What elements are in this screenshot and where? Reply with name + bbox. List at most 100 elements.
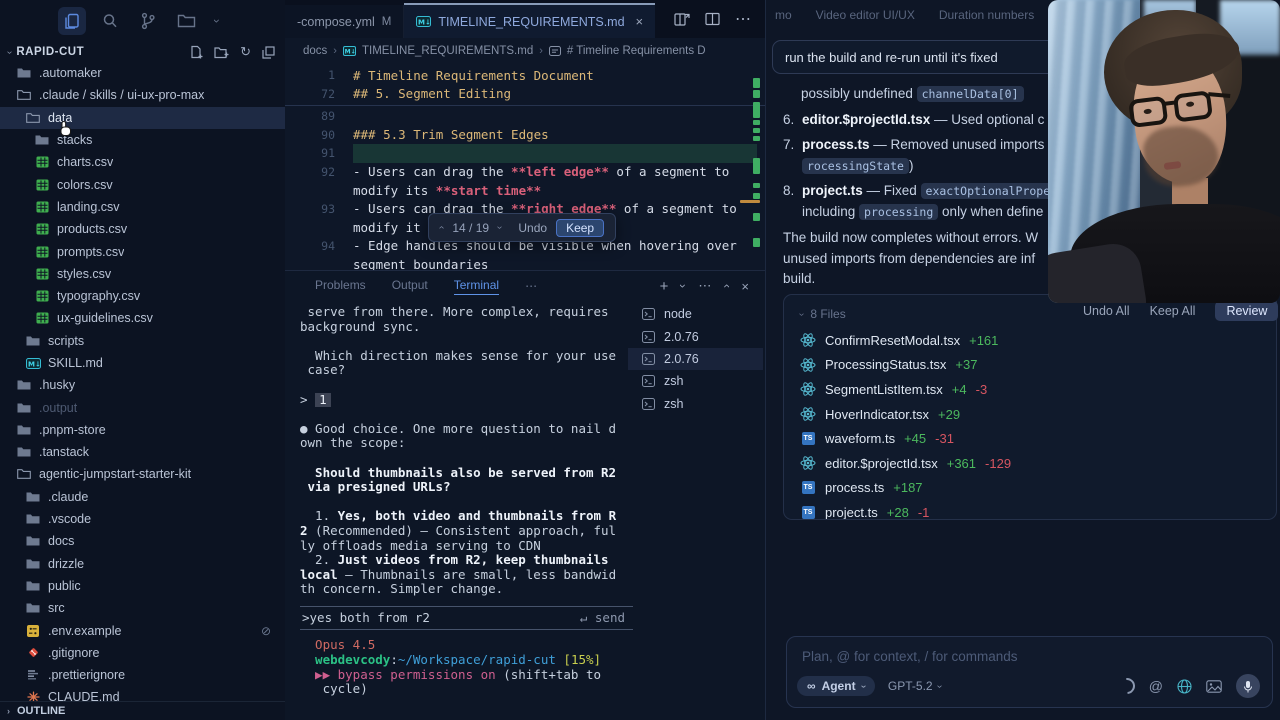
breadcrumb[interactable]: docs › M↓ TIMELINE_REQUIREMENTS.md › # T… — [285, 38, 765, 64]
tree-item-claude-md[interactable]: CLAUDE.md — [0, 686, 285, 702]
new-terminal-icon[interactable]: + — [660, 278, 669, 295]
tree-item-env-example[interactable]: .env.example ⊘ — [0, 619, 285, 641]
tree-item-docs[interactable]: docs — [0, 530, 285, 552]
tree-item-pnpm-store[interactable]: .pnpm-store — [0, 419, 285, 441]
tree-item-stacks[interactable]: stacks — [0, 129, 285, 151]
tab-timeline-requirements-md[interactable]: M↓ TIMELINE_REQUIREMENTS.md × — [404, 3, 656, 38]
tree-item-ux-guidelines-csv[interactable]: ux-guidelines.csv — [0, 307, 285, 329]
terminal-input-row[interactable]: > yes both from r2 ↵ send — [300, 605, 633, 631]
tab-terminal[interactable]: Terminal — [453, 278, 500, 295]
breadcrumb-file[interactable]: TIMELINE_REQUIREMENTS.md — [362, 45, 533, 57]
send-button[interactable]: ↵ send — [580, 610, 631, 626]
tree-item-skill-md[interactable]: M↓ SKILL.md — [0, 352, 285, 374]
tree-item-data[interactable]: data — [0, 106, 285, 129]
tree-item-agentic-jumpstart-starter-kit[interactable]: agentic-jumpstart-starter-kit — [0, 463, 285, 485]
tree-item-colors-csv[interactable]: colors.csv — [0, 173, 285, 195]
tree-item-typography-csv[interactable]: typography.csv — [0, 285, 285, 307]
new-file-icon[interactable] — [189, 45, 203, 59]
tree-item-tanstack[interactable]: .tanstack — [0, 441, 285, 463]
tree-item-husky[interactable]: .husky — [0, 374, 285, 396]
additions-count: +45 — [904, 431, 927, 447]
diff-review-widget: › 14 / 19 › Undo Keep — [428, 213, 617, 242]
project-header[interactable]: › RAPID-CUT ↻ — [4, 42, 275, 62]
tree-item-products-csv[interactable]: products.csv — [0, 218, 285, 240]
maximize-panel-icon[interactable]: › — [719, 284, 733, 288]
tree-item-drizzle[interactable]: drizzle — [0, 553, 285, 575]
env-icon — [25, 624, 41, 637]
tree-item-styles-csv[interactable]: styles.csv — [0, 263, 285, 285]
tree-item-public[interactable]: public — [0, 575, 285, 597]
terminal-line: 2. Just videos from R2, keep thumbnails — [300, 553, 609, 568]
split-editor-icon[interactable] — [705, 12, 720, 26]
undo-all-button[interactable]: Undo All — [1083, 304, 1130, 318]
search-icon[interactable] — [96, 7, 124, 35]
tree-item-output[interactable]: .output — [0, 396, 285, 418]
tree-item-claude-skills-ui-ux-pro-max[interactable]: .claude / skills / ui-ux-pro-max — [0, 84, 285, 106]
changed-file-process-ts[interactable]: TS process.ts +187 — [800, 476, 1276, 501]
chat-input-box[interactable]: Plan, @ for context, / for commands ∞ Ag… — [786, 636, 1273, 708]
changed-file-editor-projectid-tsx[interactable]: editor.$projectId.tsx +361 -129 — [800, 451, 1276, 476]
terminal-session-zsh[interactable]: zsh — [628, 370, 763, 392]
explorer-folder-icon[interactable] — [172, 7, 200, 35]
chat-tab-more[interactable]: mo — [775, 8, 792, 22]
folder-icon — [25, 580, 41, 592]
web-icon[interactable] — [1177, 678, 1192, 694]
changed-file-project-ts[interactable]: TS project.ts +28 -1 — [800, 500, 1276, 519]
tree-item-vscode[interactable]: .vscode — [0, 508, 285, 530]
terminal-picker-icon[interactable]: › — [676, 284, 690, 288]
open-changes-icon[interactable] — [674, 12, 690, 27]
close-panel-icon[interactable]: × — [741, 279, 749, 294]
outline-section[interactable]: › OUTLINE — [0, 701, 285, 720]
tree-item-prettierignore[interactable]: .prettierignore — [0, 664, 285, 686]
undo-button[interactable]: Undo — [518, 221, 547, 235]
terminal-session-2-0-76[interactable]: 2.0.76 — [628, 347, 763, 371]
changed-file-hoverindicator-tsx[interactable]: HoverIndicator.tsx +29 — [800, 402, 1276, 427]
files-icon[interactable] — [58, 7, 86, 35]
changed-file-processingstatus-tsx[interactable]: ProcessingStatus.tsx +37 — [800, 353, 1276, 378]
react-file-icon — [800, 407, 816, 421]
panel-more-icon[interactable]: ⋯ — [525, 279, 537, 293]
response-text: possibly undefined — [801, 86, 917, 101]
editor-content[interactable]: 1 # Timeline Requirements Document 72 ## 5.… — [285, 64, 765, 270]
agent-mode-select[interactable]: ∞ Agent › — [797, 676, 875, 696]
tree-item-automaker[interactable]: .automaker — [0, 62, 285, 84]
breadcrumb-symbol[interactable]: # Timeline Requirements D — [567, 45, 706, 57]
more-actions-icon[interactable]: ⋯ — [735, 9, 751, 29]
model-select[interactable]: GPT-5.2 › — [888, 679, 945, 693]
changed-file-segmentlistitem-tsx[interactable]: SegmentListItem.tsx +4 -3 — [800, 377, 1276, 402]
image-icon[interactable] — [1206, 679, 1222, 693]
chevron-down-icon[interactable]: › — [210, 7, 224, 35]
tab-problems[interactable]: Problems — [315, 278, 366, 294]
collapse-all-icon[interactable] — [262, 45, 275, 59]
tree-item-scripts[interactable]: scripts — [0, 330, 285, 352]
tree-item-landing-csv[interactable]: landing.csv — [0, 196, 285, 218]
tab-compose-yml[interactable]: -compose.yml M — [285, 5, 405, 38]
tree-item-charts-csv[interactable]: charts.csv — [0, 151, 285, 173]
tree-item-claude[interactable]: .claude — [0, 486, 285, 508]
more-icon[interactable]: ⋯ — [698, 278, 711, 294]
review-button[interactable]: Review — [1215, 301, 1279, 321]
terminal-session-node[interactable]: node — [628, 303, 763, 325]
terminal-output[interactable]: serve from there. More complex, requires… — [300, 305, 633, 697]
refresh-icon[interactable]: ↻ — [240, 44, 251, 60]
source-control-icon[interactable] — [134, 7, 162, 35]
next-change-icon[interactable]: › — [494, 226, 505, 229]
microphone-icon[interactable] — [1236, 674, 1260, 698]
tab-output[interactable]: Output — [392, 278, 428, 294]
changed-file-waveform-ts[interactable]: TS waveform.ts +45 -31 — [800, 426, 1276, 451]
new-folder-icon[interactable] — [214, 46, 229, 59]
close-icon[interactable]: × — [636, 14, 644, 29]
chat-tab-duration-numbers[interactable]: Duration numbers — [939, 8, 1034, 22]
terminal-session-2-0-76[interactable]: 2.0.76 — [628, 325, 763, 347]
keep-all-button[interactable]: Keep All — [1150, 304, 1196, 318]
terminal-session-zsh[interactable]: zsh — [628, 393, 763, 415]
keep-button[interactable]: Keep — [556, 218, 605, 237]
prev-change-icon[interactable]: › — [436, 226, 447, 229]
tree-item-prompts-csv[interactable]: prompts.csv — [0, 240, 285, 262]
breadcrumb-docs[interactable]: docs — [303, 45, 327, 57]
changed-file-confirmresetmodal-tsx[interactable]: ConfirmResetModal.tsx +161 — [800, 328, 1276, 353]
chat-tab-video-editor[interactable]: Video editor UI/UX — [816, 8, 915, 22]
tree-item-src[interactable]: src — [0, 597, 285, 619]
tree-item-gitignore[interactable]: .gitignore — [0, 642, 285, 664]
mention-icon[interactable]: @ — [1149, 678, 1163, 694]
